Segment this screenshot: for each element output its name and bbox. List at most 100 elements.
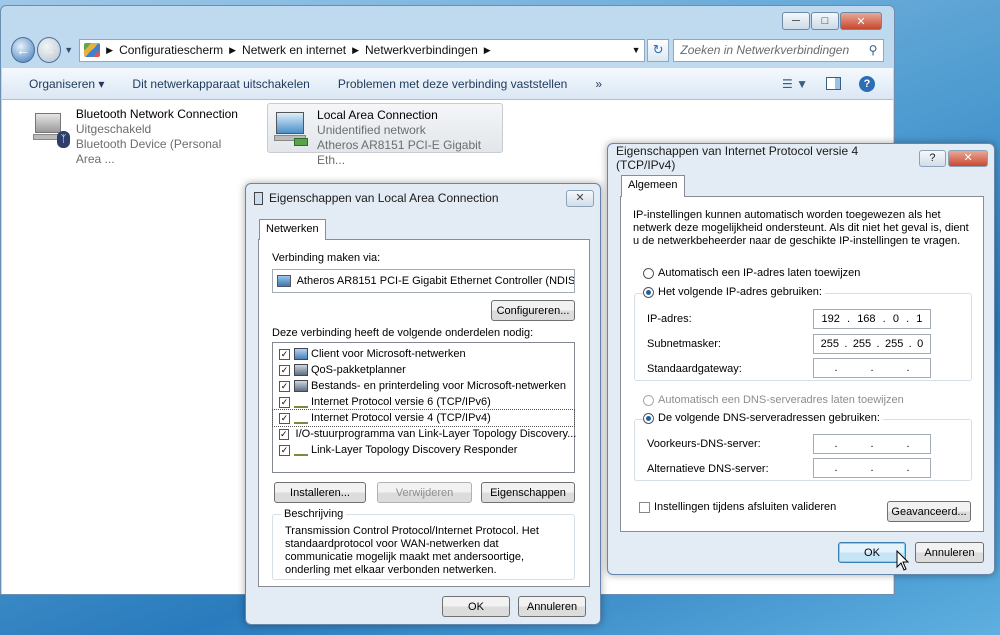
checkbox[interactable]: ✓ xyxy=(279,380,290,392)
preview-pane-icon[interactable] xyxy=(826,77,841,90)
bluetooth-icon: ᛉ xyxy=(57,131,70,148)
forward-button[interactable]: → xyxy=(37,37,62,63)
network-item-status: Unidentified network xyxy=(317,123,426,137)
arrow-left-icon: ← xyxy=(16,42,31,58)
octet: 168 xyxy=(857,313,876,325)
control-panel-icon xyxy=(84,43,101,57)
network-item-lan[interactable]: Local Area Connection Unidentified netwo… xyxy=(267,103,503,167)
breadcrumb-item[interactable]: Netwerkverbindingen xyxy=(365,43,478,57)
description-text: Transmission Control Protocol/Internet P… xyxy=(285,525,539,576)
component-label: Internet Protocol versie 6 (TCP/IPv6) xyxy=(311,396,491,408)
radio-circle[interactable] xyxy=(643,286,654,298)
dialog-close-button[interactable]: ✕ xyxy=(948,149,988,167)
network-item-bluetooth[interactable]: ᛉ Bluetooth Network Connection Uitgescha… xyxy=(27,103,252,171)
gateway-field[interactable]: ... xyxy=(813,358,931,378)
radio-circle[interactable] xyxy=(643,394,654,406)
auto-ip-radio[interactable]: Automatisch een IP-adres laten toewijzen xyxy=(643,267,860,279)
organize-menu[interactable]: Organiseren ▾ xyxy=(2,77,118,91)
help-icon[interactable]: ? xyxy=(859,75,875,92)
ip-label: IP-adres: xyxy=(647,313,692,325)
tab-netwerken[interactable]: Netwerken xyxy=(259,219,326,240)
breadcrumb-item[interactable]: Netwerk en internet xyxy=(242,43,346,57)
protocol-icon xyxy=(294,449,308,456)
ip-group: Het volgende IP-adres gebruiken: IP-adre… xyxy=(634,286,972,381)
cancel-button[interactable]: Annuleren xyxy=(518,596,586,617)
disable-device-button[interactable]: Dit netwerkapparaat uitschakelen xyxy=(118,77,323,91)
components-label: Deze verbinding heeft de volgende onderd… xyxy=(272,327,534,339)
view-options-icon[interactable]: ☰ ▼ xyxy=(782,77,808,91)
protocol-icon xyxy=(294,417,308,424)
install-button[interactable]: Installeren... xyxy=(274,482,366,503)
search-input[interactable]: Zoeken in Netwerkverbindingen ⚲ xyxy=(673,38,885,62)
more-commands-button[interactable]: » xyxy=(581,77,616,91)
breadcrumb-item[interactable]: Configuratiescherm xyxy=(119,43,223,57)
network-item-status: Uitgeschakeld xyxy=(75,122,152,136)
radio-circle[interactable] xyxy=(643,412,654,424)
back-button[interactable]: ← xyxy=(11,37,36,63)
close-button[interactable]: ✕ xyxy=(840,12,882,30)
maximize-button[interactable]: □ xyxy=(811,12,839,30)
configure-button[interactable]: Configureren... xyxy=(491,300,575,321)
address-dropdown-icon[interactable]: ▼ xyxy=(628,45,644,55)
cancel-button[interactable]: Annuleren xyxy=(915,542,984,563)
preferred-dns-field[interactable]: ... xyxy=(813,434,931,454)
checkbox[interactable]: ✓ xyxy=(279,396,290,408)
subnet-label: Subnetmasker: xyxy=(647,338,721,350)
list-item[interactable]: ✓ QoS-pakketplanner xyxy=(273,362,574,378)
breadcrumb-separator-icon: ▶ xyxy=(483,44,491,55)
address-bar[interactable]: ▶ Configuratiescherm ▶ Netwerk en intern… xyxy=(79,38,646,62)
octet: 0 xyxy=(892,313,899,325)
adapter-name: Atheros AR8151 PCI-E Gigabit Ethernet Co… xyxy=(296,275,574,287)
list-item[interactable]: ✓ Bestands- en printerdeling voor Microso… xyxy=(273,378,574,394)
advanced-button[interactable]: Geavanceerd... xyxy=(887,501,971,522)
list-item[interactable]: ✓ Client voor Microsoft-netwerken xyxy=(273,346,574,362)
adapter-icon xyxy=(277,275,291,287)
checkbox[interactable]: ✓ xyxy=(279,364,290,376)
list-item[interactable]: ✓ Internet Protocol versie 6 (TCP/IPv6) xyxy=(273,394,574,410)
search-icon[interactable]: ⚲ xyxy=(863,43,883,57)
protocol-icon xyxy=(294,401,308,408)
auto-dns-radio[interactable]: Automatisch een DNS-serveradres laten to… xyxy=(643,394,904,406)
radio-label: Automatisch een IP-adres laten toewijzen xyxy=(658,267,861,279)
dialog-titlebar: Eigenschappen van Internet Protocol vers… xyxy=(608,144,994,172)
explorer-titlebar: ─ □ ✕ xyxy=(1,6,894,38)
diagnose-button[interactable]: Problemen met deze verbinding vaststelle… xyxy=(324,77,581,91)
radio-circle[interactable] xyxy=(643,267,654,279)
validate-checkbox[interactable]: Instellingen tijdens afsluiten valideren xyxy=(639,501,836,513)
tab-panel: Verbinding maken via: Atheros AR8151 PCI… xyxy=(258,239,590,587)
subnet-mask-field[interactable]: 255. 255. 255. 0 xyxy=(813,334,931,354)
computer-network-icon xyxy=(272,108,309,148)
client-icon xyxy=(294,348,308,360)
history-dropdown-icon[interactable]: ▼ xyxy=(64,45,73,55)
checkbox[interactable] xyxy=(639,501,650,513)
remove-button[interactable]: Verwijderen xyxy=(377,482,472,503)
manual-ip-radio[interactable]: Het volgende IP-adres gebruiken: xyxy=(643,286,825,298)
octet: 0 xyxy=(917,338,924,350)
dialog-close-button[interactable]: ✕ xyxy=(566,189,594,207)
checkbox[interactable]: ✓ xyxy=(279,348,290,360)
manual-dns-radio[interactable]: De volgende DNS-serveradressen gebruiken… xyxy=(643,412,883,424)
checkbox[interactable]: ✓ xyxy=(279,428,289,440)
component-label: QoS-pakketplanner xyxy=(311,364,406,376)
network-item-device: Atheros AR8151 PCI-E Gigabit Eth... xyxy=(317,138,482,167)
ok-button[interactable]: OK xyxy=(442,596,510,617)
checkbox[interactable]: ✓ xyxy=(279,412,290,424)
list-item[interactable]: ✓ Link-Layer Topology Discovery Responder xyxy=(273,442,574,458)
service-icon xyxy=(294,380,308,392)
dns2-label: Alternatieve DNS-server: xyxy=(647,463,769,475)
description-title: Beschrijving xyxy=(281,508,347,520)
list-item[interactable]: ✓ Internet Protocol versie 4 (TCP/IPv4) xyxy=(272,409,575,427)
list-item[interactable]: ✓ I/O-stuurprogramma van Link-Layer Topol… xyxy=(273,426,576,442)
network-icon xyxy=(254,191,263,205)
minimize-button[interactable]: ─ xyxy=(782,12,810,30)
properties-button[interactable]: Eigenschappen xyxy=(481,482,575,503)
tab-algemeen[interactable]: Algemeen xyxy=(621,175,685,197)
checkbox[interactable]: ✓ xyxy=(279,444,290,456)
search-placeholder: Zoeken in Netwerkverbindingen xyxy=(680,43,850,57)
components-list[interactable]: ✓ Client voor Microsoft-netwerken ✓ QoS-pa… xyxy=(272,342,576,473)
refresh-button[interactable]: ↻ xyxy=(647,38,670,62)
ip-address-field[interactable]: 192. 168. 0. 1 xyxy=(813,309,931,329)
breadcrumb-separator-icon: ▶ xyxy=(352,44,360,55)
help-button[interactable]: ? xyxy=(918,149,947,167)
alternate-dns-field[interactable]: ... xyxy=(813,458,931,478)
